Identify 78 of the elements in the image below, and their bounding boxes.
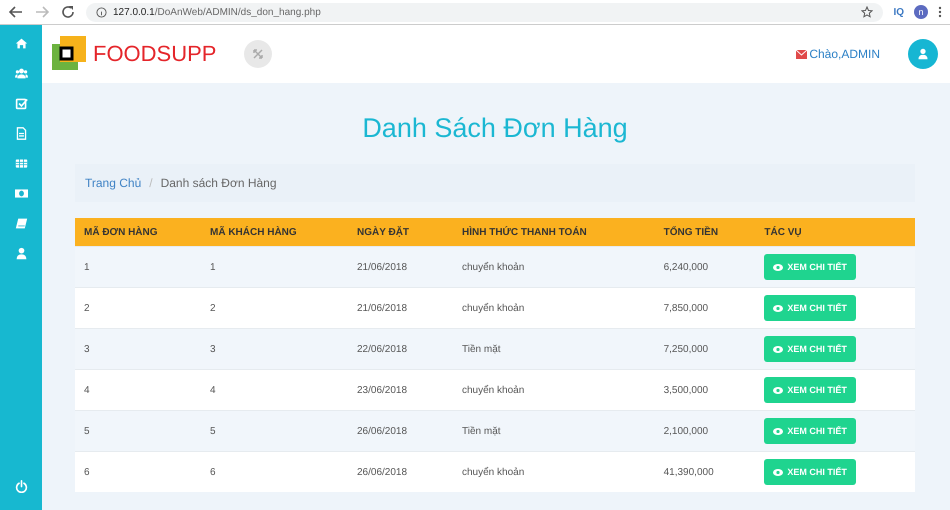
view-details-button[interactable]: XEM CHI TIẾT xyxy=(764,254,856,280)
profile-avatar[interactable]: n xyxy=(914,5,928,19)
table-cell: 41,390,000 xyxy=(654,452,756,492)
forward-icon[interactable] xyxy=(34,4,50,20)
user-avatar-button[interactable] xyxy=(908,39,938,69)
view-details-button[interactable]: XEM CHI TIẾT xyxy=(764,336,856,362)
file-icon[interactable] xyxy=(14,127,28,140)
breadcrumb-current: Danh sách Đơn Hàng xyxy=(160,176,277,190)
table-cell: chuyển khoản xyxy=(453,288,655,328)
column-header: TỔNG TIỀN xyxy=(654,218,756,246)
table-cell: 5 xyxy=(75,410,201,452)
table-cell: 3 xyxy=(201,328,348,370)
table-cell: 4 xyxy=(75,370,201,410)
table-cell: 3,500,000 xyxy=(654,370,756,410)
address-bar[interactable]: 127.0.0.1/DoAnWeb/ADMIN/ds_don_hang.php xyxy=(86,2,884,22)
table-cell: 26/06/2018 xyxy=(348,452,453,492)
view-details-button[interactable]: XEM CHI TIẾT xyxy=(764,295,856,321)
table-cell: chuyển khoản xyxy=(453,452,655,492)
table-cell: 4 xyxy=(201,370,348,410)
user-icon xyxy=(917,48,929,60)
fullscreen-button[interactable] xyxy=(244,40,272,68)
expand-icon xyxy=(253,49,264,59)
column-header: MÃ ĐƠN HÀNG xyxy=(75,218,201,246)
table-cell: chuyển khoản xyxy=(453,370,655,410)
table-icon[interactable] xyxy=(14,157,28,170)
book-icon[interactable] xyxy=(14,217,28,230)
eye-icon xyxy=(773,428,784,434)
column-header: HÌNH THỨC THANH TOÁN xyxy=(453,218,655,246)
extension-button[interactable]: IQ xyxy=(893,6,904,18)
table-cell: 26/06/2018 xyxy=(348,410,453,452)
breadcrumb-separator: / xyxy=(149,176,153,190)
table-cell: 2 xyxy=(201,288,348,328)
column-header: NGÀY ĐẶT xyxy=(348,218,453,246)
table-cell: 6 xyxy=(201,452,348,492)
brand-name: FOODSUPP xyxy=(93,41,216,67)
home-icon[interactable] xyxy=(14,37,28,50)
envelope-icon xyxy=(796,50,808,58)
eye-icon xyxy=(773,304,784,312)
user-icon[interactable] xyxy=(14,247,28,260)
view-details-button[interactable]: XEM CHI TIẾT xyxy=(764,377,856,403)
page-title: Danh Sách Đơn Hàng xyxy=(361,113,629,144)
table-cell: 2,100,000 xyxy=(654,410,756,452)
table-cell: 22/06/2018 xyxy=(348,328,453,370)
menu-icon[interactable] xyxy=(938,6,942,18)
info-icon[interactable] xyxy=(96,6,107,18)
eye-icon xyxy=(773,468,784,476)
table-cell: 2 xyxy=(75,288,201,328)
table-cell: Tiền mặt xyxy=(453,328,655,370)
table-cell: Tiền mặt xyxy=(453,410,655,452)
eye-icon xyxy=(773,346,784,352)
users-icon[interactable] xyxy=(14,67,28,80)
power-icon[interactable] xyxy=(14,480,28,493)
table-cell: 6,240,000 xyxy=(654,246,756,288)
table-cell: 21/06/2018 xyxy=(348,246,453,288)
eye-icon xyxy=(773,386,784,394)
table-cell: 5 xyxy=(201,410,348,452)
eye-icon xyxy=(773,264,784,270)
column-header: MÃ KHÁCH HÀNG xyxy=(201,218,348,246)
table-cell: chuyển khoản xyxy=(453,246,655,288)
column-header: TÁC VỤ xyxy=(755,218,915,246)
star-icon[interactable] xyxy=(861,6,874,18)
view-details-button[interactable]: XEM CHI TIẾT xyxy=(764,459,856,485)
back-icon[interactable] xyxy=(8,4,24,20)
reload-icon[interactable] xyxy=(60,4,76,20)
table-cell: 21/06/2018 xyxy=(348,288,453,328)
table-cell: 1 xyxy=(201,246,348,288)
money-icon[interactable] xyxy=(14,187,28,200)
table-cell: 1 xyxy=(75,246,201,288)
table-cell: 7,250,000 xyxy=(654,328,756,370)
logo-icon xyxy=(52,36,88,72)
view-details-button[interactable]: XEM CHI TIẾT xyxy=(764,418,856,444)
breadcrumb-link[interactable]: Trang Chủ xyxy=(85,176,142,190)
greeting-link[interactable]: Chào,ADMIN xyxy=(796,47,880,61)
table-cell: 23/06/2018 xyxy=(348,370,453,410)
check-icon[interactable] xyxy=(14,97,28,110)
table-cell: 6 xyxy=(75,452,201,492)
table-cell: 7,850,000 xyxy=(654,288,756,328)
table-cell: 3 xyxy=(75,328,201,370)
